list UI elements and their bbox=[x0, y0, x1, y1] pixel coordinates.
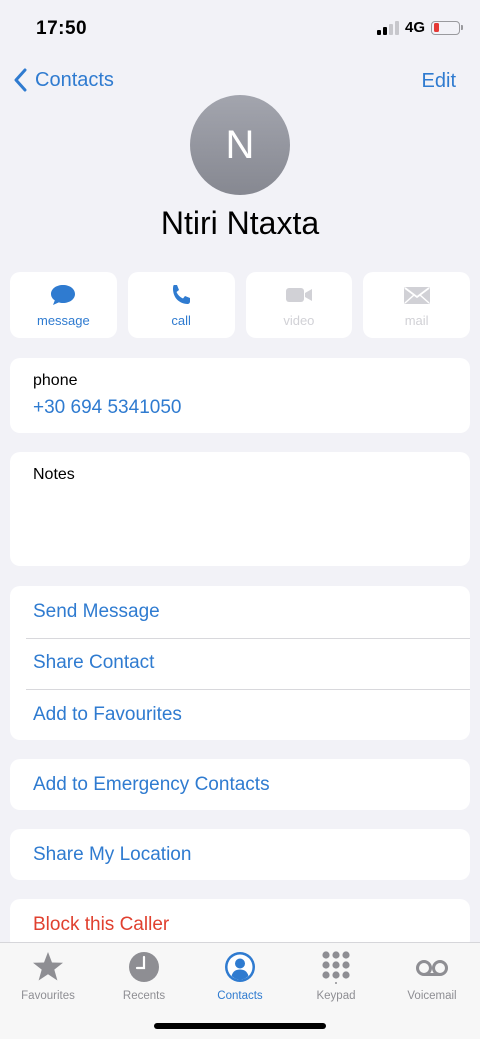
network-type: 4G bbox=[404, 19, 425, 36]
tab-keypad[interactable]: Keypad bbox=[288, 950, 384, 1002]
clock-icon bbox=[129, 952, 159, 982]
tab-contacts-label: Contacts bbox=[217, 990, 263, 1002]
video-camera-icon bbox=[285, 287, 312, 302]
envelope-icon bbox=[403, 286, 430, 304]
star-icon bbox=[33, 952, 63, 981]
tab-contacts[interactable]: Contacts bbox=[192, 950, 288, 1002]
notes-card[interactable]: Notes bbox=[10, 452, 470, 566]
tab-voicemail-label: Voicemail bbox=[407, 990, 457, 1002]
mail-action-button[interactable]: mail bbox=[363, 272, 470, 338]
tab-keypad-label: Keypad bbox=[316, 990, 356, 1002]
message-action-button[interactable]: message bbox=[10, 272, 117, 338]
notes-label: Notes bbox=[33, 466, 75, 483]
edit-button[interactable]: Edit bbox=[422, 70, 456, 93]
message-bubble-icon bbox=[51, 284, 76, 305]
call-action-label: call bbox=[171, 312, 191, 328]
message-action-label: message bbox=[37, 312, 90, 328]
contact-name: Ntiri Ntaxta bbox=[160, 205, 320, 241]
add-to-emergency-contacts-button[interactable]: Add to Emergency Contacts bbox=[10, 759, 470, 810]
voicemail-icon bbox=[416, 960, 448, 976]
person-circle-icon bbox=[225, 952, 255, 982]
tab-recents[interactable]: Recents bbox=[96, 950, 192, 1002]
back-button[interactable]: Contacts bbox=[13, 68, 114, 92]
chevron-left-icon bbox=[14, 68, 27, 92]
phone-number-link[interactable]: +30 694 5341050 bbox=[33, 397, 181, 419]
keypad-icon bbox=[322, 951, 350, 984]
share-my-location-button[interactable]: Share My Location bbox=[10, 829, 470, 880]
phone-card: phone +30 694 5341050 bbox=[10, 358, 470, 433]
tab-recents-label: Recents bbox=[122, 990, 166, 1002]
mail-action-label: mail bbox=[404, 312, 429, 328]
share-contact-button[interactable]: Share Contact bbox=[10, 637, 470, 690]
tab-voicemail[interactable]: Voicemail bbox=[384, 950, 480, 1002]
status-time: 17:50 bbox=[36, 18, 88, 39]
video-action-button[interactable]: video bbox=[245, 272, 353, 338]
back-label: Contacts bbox=[35, 68, 114, 91]
status-indicators: 4G bbox=[376, 19, 463, 36]
quick-actions: message call video mail bbox=[10, 272, 470, 338]
video-action-label: video bbox=[283, 312, 315, 328]
home-indicator[interactable] bbox=[154, 1023, 326, 1029]
add-to-favourites-button[interactable]: Add to Favourites bbox=[10, 689, 470, 741]
status-bar: 17:50 4G bbox=[0, 0, 480, 58]
phone-icon bbox=[173, 284, 191, 304]
tab-favourites-label: Favourites bbox=[21, 990, 75, 1002]
battery-icon bbox=[431, 20, 463, 35]
send-message-button[interactable]: Send Message bbox=[10, 586, 470, 638]
signal-icon bbox=[376, 20, 399, 35]
tab-favourites[interactable]: Favourites bbox=[0, 950, 96, 1002]
avatar: N bbox=[190, 95, 290, 195]
phone-label: phone bbox=[33, 372, 78, 389]
call-action-button[interactable]: call bbox=[127, 272, 235, 338]
contact-actions-list: Send Message Share Contact Add to Favour… bbox=[10, 586, 470, 740]
